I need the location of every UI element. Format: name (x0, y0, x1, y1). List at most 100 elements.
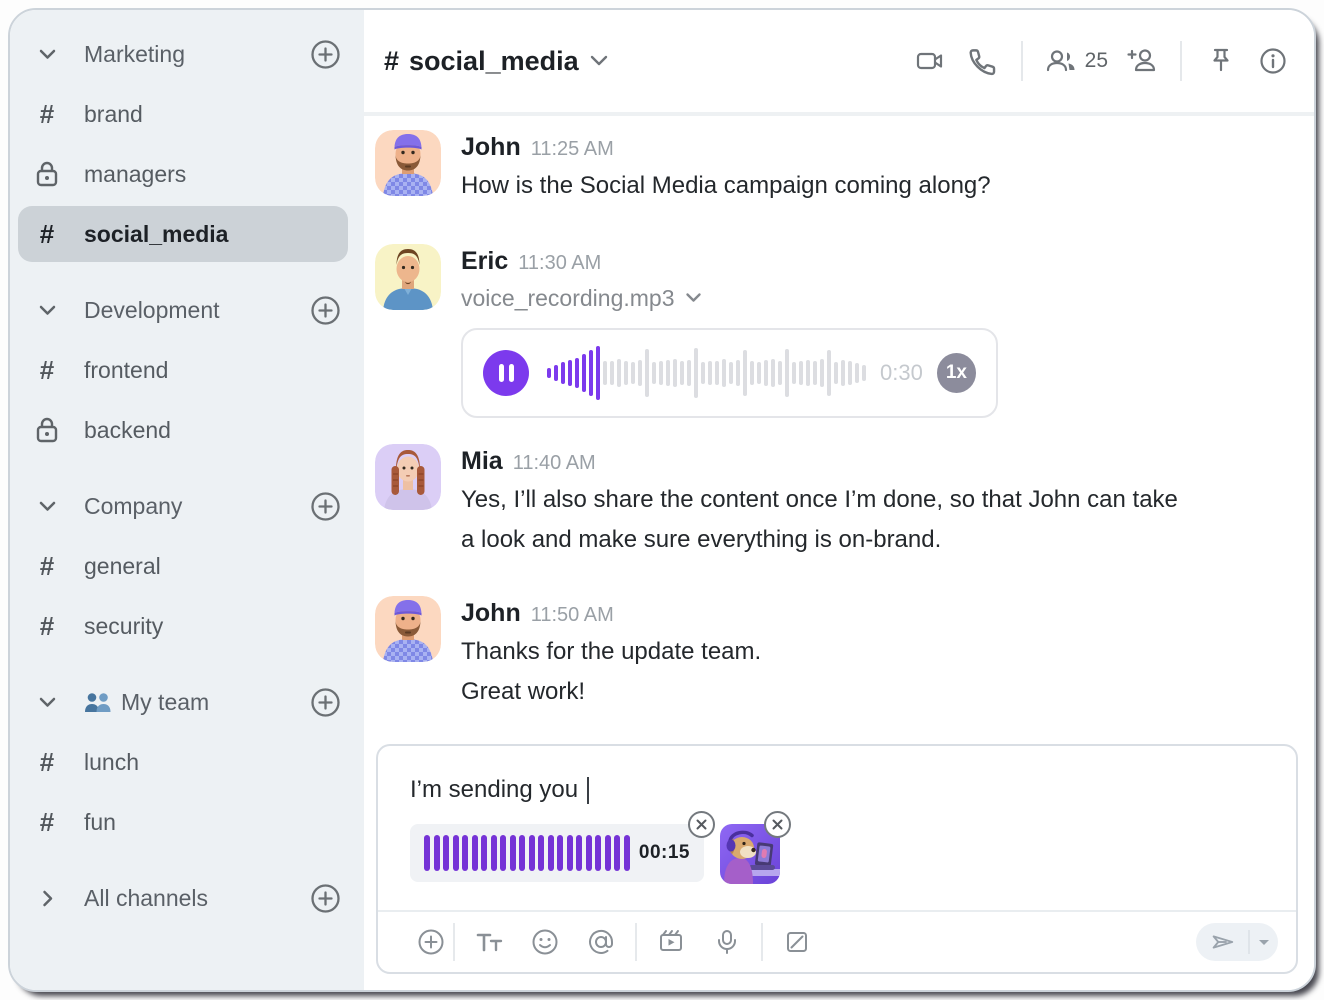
sidebar-item-label: security (84, 613, 163, 640)
attachment-filename-dropdown[interactable]: voice_recording.mp3 (461, 280, 998, 316)
sidebar-item-brand[interactable]: # brand (10, 84, 364, 144)
sidebar-item-label: lunch (84, 749, 139, 776)
voice-attachment-duration: 00:15 (639, 842, 690, 864)
emoji-icon (530, 927, 560, 957)
person-add-icon (1123, 44, 1159, 78)
message-composer: I’m sending you 00:15 (376, 744, 1298, 974)
add-channel-button[interactable] (309, 294, 341, 326)
sidebar-item-managers[interactable]: managers (10, 144, 364, 204)
plus-circle-icon (416, 927, 446, 957)
info-icon (1256, 44, 1290, 78)
divider (1021, 41, 1023, 81)
chevron-down-icon (589, 54, 609, 68)
sidebar-section-label: All channels (84, 885, 208, 912)
playback-speed-button[interactable]: 1x (937, 353, 976, 393)
sidebar-item-fun[interactable]: #fun (10, 792, 364, 852)
emoji-button[interactable] (523, 920, 567, 964)
message: John 11:25 AM How is the Social Media ca… (375, 130, 1290, 206)
sidebar-item-frontend[interactable]: # frontend (10, 340, 364, 400)
attach-button[interactable] (409, 920, 453, 964)
chevron-down-icon[interactable] (38, 500, 57, 513)
slash-square-icon (782, 927, 812, 957)
channel-info-button[interactable] (1254, 42, 1292, 80)
sidebar-item-backend[interactable]: backend (10, 400, 364, 460)
add-channel-button[interactable] (309, 686, 341, 718)
sidebar-item-label: frontend (84, 357, 168, 384)
plus-icon (310, 295, 341, 326)
team-icon (84, 692, 112, 713)
send-options-button[interactable] (1250, 923, 1278, 961)
voice-record-button[interactable] (705, 920, 749, 964)
sidebar-section-company[interactable]: Company (10, 476, 364, 536)
chevron-down-icon[interactable] (38, 304, 57, 317)
sidebar-item-label: managers (84, 161, 186, 188)
sidebar-section-development[interactable]: Development (10, 280, 364, 340)
add-channel-button[interactable] (309, 882, 341, 914)
caret-down-icon (1258, 939, 1270, 946)
message-time: 11:25 AM (531, 132, 614, 166)
text-format-button[interactable] (467, 920, 511, 964)
sidebar-section-label: Company (84, 493, 182, 520)
members-icon (1043, 44, 1079, 78)
sidebar-section-marketing[interactable]: Marketing (10, 24, 364, 84)
sidebar-item-general[interactable]: #general (10, 536, 364, 596)
member-count: 25 (1085, 49, 1108, 73)
message-input[interactable]: I’m sending you (410, 776, 810, 804)
voice-call-button[interactable] (963, 42, 1001, 80)
video-camera-icon (913, 44, 947, 78)
voice-attachment-waveform (424, 835, 630, 871)
hash-icon: # (40, 611, 54, 642)
audio-waveform[interactable] (547, 343, 866, 403)
app-window: Marketing#brandmanagers#social_mediaDeve… (8, 8, 1316, 992)
hash-icon: # (40, 99, 54, 130)
add-member-button[interactable] (1122, 42, 1160, 80)
sidebar-item-security[interactable]: # security (10, 596, 364, 656)
canvas-button[interactable] (775, 920, 819, 964)
channel-title-dropdown[interactable]: # social_media (384, 46, 609, 77)
video-clip-button[interactable] (649, 920, 693, 964)
add-channel-button[interactable] (309, 490, 341, 522)
hash-icon: # (40, 551, 54, 582)
attachment-filename: voice_recording.mp3 (461, 280, 675, 316)
message: John 11:50 AM Thanks for the update team… (375, 596, 1290, 712)
mention-button[interactable] (579, 920, 623, 964)
message-author: John (461, 596, 521, 630)
channel-name: social_media (409, 46, 579, 77)
remove-voice-attachment-button[interactable] (688, 811, 715, 838)
chevron-down-icon[interactable] (38, 696, 57, 709)
phone-icon (965, 44, 999, 78)
voice-attachment[interactable]: 00:15 (410, 824, 704, 882)
mention-icon (586, 927, 616, 957)
text-format-icon (474, 927, 504, 957)
sidebar-item-lunch[interactable]: #lunch (10, 732, 364, 792)
sidebar-section-my-team[interactable]: My team (10, 672, 364, 732)
send-icon (1208, 928, 1236, 956)
sidebar: Marketing#brandmanagers#social_mediaDeve… (10, 10, 364, 990)
text-cursor (587, 777, 589, 804)
message-text: Yes, I’ll also share the content once I’… (461, 480, 1178, 520)
chevron-right-icon[interactable] (41, 889, 54, 908)
hash-icon: # (40, 355, 54, 386)
image-attachment[interactable] (720, 824, 780, 884)
avatar-john (375, 596, 441, 662)
members-button[interactable]: 25 (1043, 44, 1108, 78)
remove-image-attachment-button[interactable] (764, 811, 791, 838)
channel-hash: # (384, 46, 399, 77)
divider (453, 923, 455, 961)
video-call-button[interactable] (911, 42, 949, 80)
avatar-john (375, 130, 441, 196)
plus-icon (310, 883, 341, 914)
send-button[interactable] (1196, 923, 1248, 961)
attachment-row: 00:15 (410, 824, 780, 884)
add-channel-button[interactable] (309, 38, 341, 70)
pause-button[interactable] (483, 350, 529, 396)
message-text: Great work! (461, 672, 761, 712)
pinned-messages-button[interactable] (1202, 42, 1240, 80)
sidebar-item-social-media[interactable]: #social_media (10, 204, 364, 264)
avatar-mia (375, 444, 441, 510)
sidebar-item-label: social_media (84, 221, 228, 248)
divider (1180, 41, 1182, 81)
sidebar-item-label: brand (84, 101, 143, 128)
sidebar-section-all-channels[interactable]: All channels (10, 868, 364, 928)
chevron-down-icon[interactable] (38, 48, 57, 61)
